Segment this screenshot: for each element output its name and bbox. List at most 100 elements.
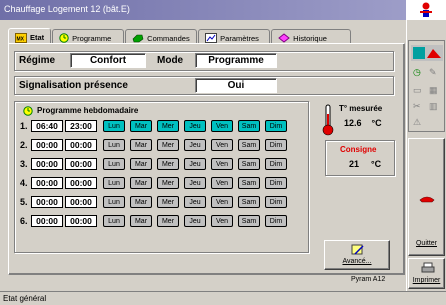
day-toggle-jeu[interactable]: Jeu — [184, 196, 206, 208]
row-number: 3. — [20, 159, 28, 169]
day-toggle-dim[interactable]: Dim — [265, 215, 287, 227]
warning-icon: ⚠ — [413, 117, 422, 127]
day-toggle-jeu[interactable]: Jeu — [184, 177, 206, 189]
day-toggle-dim[interactable]: Dim — [265, 120, 287, 132]
day-toggle-ven[interactable]: Ven — [211, 158, 233, 170]
clock-icon — [23, 106, 33, 116]
tab-historique-label: Historique — [293, 33, 327, 43]
day-toggle-sam[interactable]: Sam — [238, 177, 260, 189]
start-time-field[interactable]: 00:00 — [31, 139, 63, 151]
diamond-icon — [278, 33, 290, 43]
quit-button[interactable]: Quitter — [408, 138, 445, 256]
day-toggle-mar[interactable]: Mar — [130, 177, 152, 189]
model-label: Pyram A12 — [351, 276, 386, 283]
status-text: Etat général — [3, 294, 47, 303]
row-number: 5. — [20, 197, 28, 207]
day-toggle-ven[interactable]: Ven — [211, 139, 233, 151]
day-toggle-lun[interactable]: Lun — [103, 139, 125, 151]
end-time-field[interactable]: 00:00 — [65, 139, 97, 151]
end-time-field[interactable]: 00:00 — [65, 196, 97, 208]
programme-title: Programme hebdomadaire — [37, 106, 139, 115]
end-time-field[interactable]: 00:00 — [65, 215, 97, 227]
tab-historique[interactable]: Historique — [271, 29, 352, 44]
day-toggle-mer[interactable]: Mer — [157, 158, 179, 170]
day-toggle-mer[interactable]: Mer — [157, 196, 179, 208]
day-toggle-sam[interactable]: Sam — [238, 139, 260, 151]
day-toggle-jeu[interactable]: Jeu — [184, 158, 206, 170]
day-toggle-mar[interactable]: Mar — [130, 158, 152, 170]
tab-etat[interactable]: MX Etat — [8, 28, 52, 44]
tool-icon: ✂ — [413, 101, 421, 111]
day-toggle-mer[interactable]: Mer — [157, 120, 179, 132]
thermometer-icon — [322, 104, 334, 136]
consigne-label: Consigne — [340, 145, 377, 154]
printer-icon — [421, 262, 435, 274]
day-toggle-dim[interactable]: Dim — [265, 177, 287, 189]
end-time-field[interactable]: 00:00 — [65, 158, 97, 170]
tab-etat-label: Etat — [30, 33, 45, 42]
wrench-icon: ✎ — [429, 67, 437, 77]
day-toggle-ven[interactable]: Ven — [211, 177, 233, 189]
temperature-readout: 12.6 °C — [344, 118, 382, 128]
day-toggle-jeu[interactable]: Jeu — [184, 139, 206, 151]
day-toggle-dim[interactable]: Dim — [265, 158, 287, 170]
day-toggle-sam[interactable]: Sam — [238, 120, 260, 132]
day-toggle-mar[interactable]: Mar — [130, 196, 152, 208]
hand-icon — [132, 33, 144, 43]
day-toggle-lun[interactable]: Lun — [103, 177, 125, 189]
programme-row: 1. 06:40 23:00 Lun Mar Mer Jeu Ven Sam Dim — [20, 120, 305, 132]
start-time-field[interactable]: 00:00 — [31, 158, 63, 170]
regime-value: Confort — [70, 53, 146, 68]
day-toggle-lun[interactable]: Lun — [103, 158, 125, 170]
consigne-unit: °C — [371, 159, 382, 169]
day-toggle-mer[interactable]: Mer — [157, 139, 179, 151]
chart-icon — [205, 33, 218, 43]
programme-table: 1. 06:40 23:00 Lun Mar Mer Jeu Ven Sam Dim 2. 00:00… — [20, 120, 305, 234]
day-toggle-ven[interactable]: Ven — [211, 196, 233, 208]
quit-button-label: Quitter — [415, 240, 437, 247]
grid-icon: ▭ — [413, 85, 422, 95]
programme-row: 3. 00:00 00:00 Lun Mar Mer Jeu Ven Sam Dim — [20, 158, 305, 170]
print-button-label: Imprimer — [412, 277, 441, 284]
day-toggle-sam[interactable]: Sam — [238, 158, 260, 170]
day-toggle-mar[interactable]: Mar — [130, 139, 152, 151]
day-toggle-sam[interactable]: Sam — [238, 196, 260, 208]
programme-row: 5. 00:00 00:00 Lun Mar Mer Jeu Ven Sam Dim — [20, 196, 305, 208]
day-toggle-ven[interactable]: Ven — [211, 215, 233, 227]
day-toggle-dim[interactable]: Dim — [265, 139, 287, 151]
tab-commandes[interactable]: Commandes — [125, 29, 198, 44]
advanced-icon — [351, 244, 365, 256]
day-toggle-mer[interactable]: Mer — [157, 177, 179, 189]
day-toggle-mar[interactable]: Mar — [130, 215, 152, 227]
day-toggle-dim[interactable]: Dim — [265, 196, 287, 208]
svg-text:MX: MX — [17, 36, 25, 42]
side-icon-panel: ◷ ✎ ▭ ▦ ✂ ▥ ⚠ — [408, 40, 445, 132]
row-number: 2. — [20, 140, 28, 150]
end-time-field[interactable]: 00:00 — [65, 177, 97, 189]
print-button[interactable]: Imprimer — [408, 258, 445, 289]
day-toggle-mar[interactable]: Mar — [130, 120, 152, 132]
start-time-field[interactable]: 00:00 — [31, 177, 63, 189]
tab-parametres[interactable]: Paramètres — [198, 29, 271, 44]
day-toggle-lun[interactable]: Lun — [103, 120, 125, 132]
programme-row: 6. 00:00 00:00 Lun Mar Mer Jeu Ven Sam Dim — [20, 215, 305, 227]
presence-label: Signalisation présence — [19, 80, 128, 91]
day-toggle-jeu[interactable]: Jeu — [184, 120, 206, 132]
table-icon: ▦ — [429, 85, 438, 95]
day-toggle-ven[interactable]: Ven — [211, 120, 233, 132]
day-toggle-jeu[interactable]: Jeu — [184, 215, 206, 227]
start-time-field[interactable]: 00:00 — [31, 196, 63, 208]
heater-icon — [411, 45, 443, 61]
advanced-button[interactable]: Avancé... — [324, 240, 390, 270]
row-number: 6. — [20, 216, 28, 226]
row-number: 4. — [20, 178, 28, 188]
start-time-field[interactable]: 06:40 — [31, 120, 63, 132]
day-toggle-mer[interactable]: Mer — [157, 215, 179, 227]
tab-programme[interactable]: Programme — [52, 29, 125, 44]
day-toggle-lun[interactable]: Lun — [103, 215, 125, 227]
end-time-field[interactable]: 23:00 — [65, 120, 97, 132]
consigne-value: 21 — [349, 159, 360, 169]
start-time-field[interactable]: 00:00 — [31, 215, 63, 227]
day-toggle-sam[interactable]: Sam — [238, 215, 260, 227]
day-toggle-lun[interactable]: Lun — [103, 196, 125, 208]
